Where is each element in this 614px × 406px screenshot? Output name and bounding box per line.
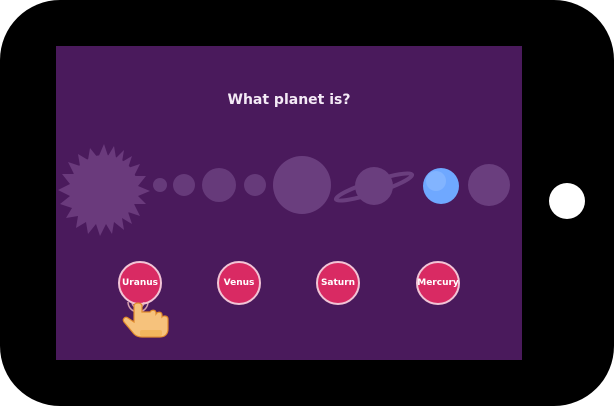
earth-planet: [202, 168, 236, 202]
jupiter-planet: [273, 156, 331, 214]
home-button[interactable]: [549, 183, 585, 219]
answer-mercury-button[interactable]: Mercury: [416, 261, 460, 305]
game-screen: What planet is? Uranus Venus Saturn Merc…: [56, 46, 522, 360]
answer-label: Mercury: [417, 278, 459, 288]
answer-uranus-button[interactable]: Uranus: [118, 261, 162, 305]
saturn-planet: [333, 167, 415, 205]
sun-icon: [58, 144, 150, 236]
highlighted-planet: [423, 168, 459, 204]
answer-venus-button[interactable]: Venus: [217, 261, 261, 305]
answer-label: Uranus: [122, 278, 158, 288]
tablet-frame: What planet is? Uranus Venus Saturn Merc…: [0, 0, 614, 406]
answer-label: Saturn: [320, 278, 356, 288]
venus-planet: [173, 174, 195, 196]
mercury-planet: [153, 178, 167, 192]
question-title: What planet is?: [227, 92, 351, 108]
answer-saturn-button[interactable]: Saturn: [316, 261, 360, 305]
neptune-planet: [468, 164, 510, 206]
solar-system-illustration: [58, 144, 510, 236]
tap-hand-icon: [122, 302, 169, 338]
mars-planet: [244, 174, 266, 196]
answer-label: Venus: [223, 278, 255, 288]
